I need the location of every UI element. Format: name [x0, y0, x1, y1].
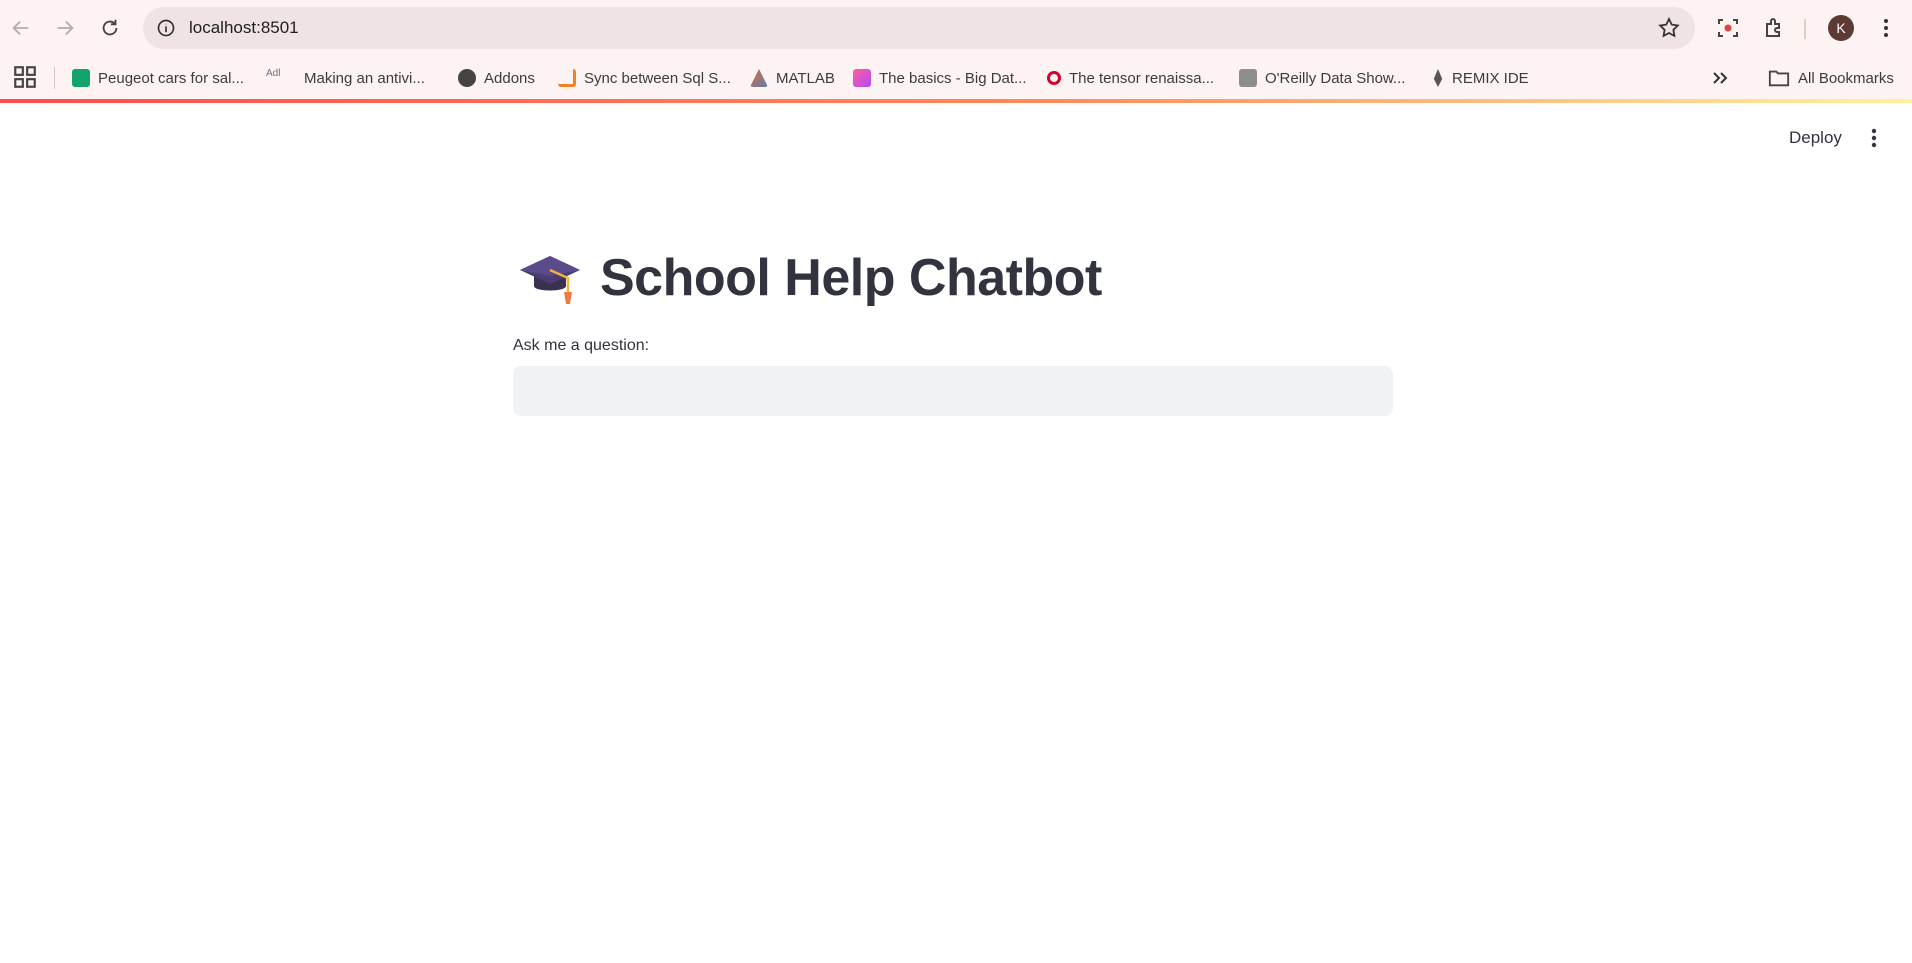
bookmarks-bar: Peugeot cars for sal... Adl Making an an… — [0, 56, 1912, 100]
bookmark-label: REMIX IDE — [1452, 69, 1529, 87]
ethereum-icon — [1433, 69, 1443, 87]
matlab-icon — [750, 69, 768, 87]
bookmark-label: Peugeot cars for sal... — [98, 69, 244, 87]
bookmark-item[interactable]: Peugeot cars for sal... — [72, 64, 244, 92]
toolbar-separator — [1804, 19, 1806, 39]
main-menu-button[interactable] — [1862, 122, 1886, 154]
oreilly-icon — [1047, 71, 1061, 85]
bookmark-label: Making an antivi... — [304, 69, 425, 87]
all-bookmarks-button[interactable]: All Bookmarks — [1768, 64, 1894, 92]
app-header-decoration — [0, 99, 1912, 103]
apps-grid-icon[interactable] — [12, 64, 38, 90]
graduation-cap-icon — [520, 256, 580, 304]
extensions-icon[interactable] — [1759, 13, 1789, 43]
bookmark-item[interactable]: Sync between Sql S... — [558, 64, 731, 92]
more-vertical-icon — [1871, 128, 1877, 148]
question-label: Ask me a question: — [513, 337, 650, 354]
bookmark-label: The basics - Big Dat... — [879, 69, 1027, 87]
bookmark-item[interactable]: Adl Making an antivi... — [266, 64, 425, 92]
reload-button[interactable] — [94, 12, 126, 44]
bookmark-label: The tensor renaissa... — [1069, 69, 1215, 87]
reload-icon — [102, 19, 118, 36]
question-input[interactable] — [513, 366, 1393, 416]
chrome-menu-icon[interactable] — [1871, 13, 1901, 43]
adl-icon: Adl — [266, 68, 281, 79]
site-info-icon[interactable] — [151, 13, 181, 43]
bookmark-item[interactable]: Addons — [458, 64, 535, 92]
podcast-icon — [1239, 69, 1257, 87]
bookmark-item[interactable]: MATLAB — [750, 64, 835, 92]
face-icon — [72, 69, 90, 87]
chart-icon — [853, 69, 871, 87]
chevron-double-right-icon[interactable] — [1708, 66, 1732, 90]
profile-avatar[interactable]: K — [1828, 15, 1854, 41]
bookmark-label: Sync between Sql S... — [584, 69, 731, 87]
bookmark-star-icon[interactable] — [1657, 16, 1681, 40]
bookmark-label: Addons — [484, 69, 535, 87]
folder-icon — [1768, 70, 1790, 87]
globe-icon — [458, 69, 476, 87]
stack-icon — [558, 69, 576, 87]
screen-capture-icon[interactable] — [1713, 13, 1743, 43]
all-bookmarks-label: All Bookmarks — [1798, 69, 1894, 87]
deploy-button[interactable]: Deploy — [1777, 122, 1854, 154]
url-text[interactable]: localhost:8501 — [189, 18, 299, 38]
bookmark-item[interactable]: O'Reilly Data Show... — [1239, 64, 1405, 92]
arrow-right-icon — [57, 20, 74, 36]
page-title: School Help Chatbot — [600, 249, 1102, 307]
bookmark-item[interactable]: The basics - Big Dat... — [853, 64, 1027, 92]
back-button[interactable] — [5, 12, 37, 44]
bookmarks-divider — [54, 67, 55, 89]
address-bar[interactable]: localhost:8501 — [143, 7, 1695, 49]
forward-button[interactable] — [49, 12, 81, 44]
page-title-row: School Help Chatbot — [518, 246, 1102, 310]
browser-toolbar: localhost:8501 K — [0, 0, 1912, 56]
bookmark-item[interactable]: The tensor renaissa... — [1047, 64, 1214, 92]
bookmark-item[interactable]: REMIX IDE — [1432, 64, 1529, 92]
bookmark-label: MATLAB — [776, 69, 835, 87]
bookmark-label: O'Reilly Data Show... — [1265, 69, 1406, 87]
arrow-left-icon — [12, 20, 29, 36]
